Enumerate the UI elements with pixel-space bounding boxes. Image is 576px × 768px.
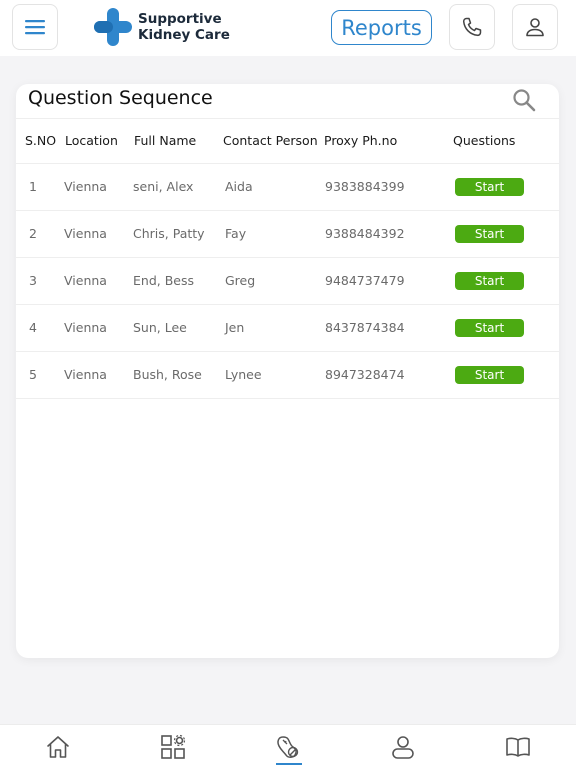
cell-sno: 3	[29, 273, 37, 288]
cell-proxy-phone: 9383884399	[325, 179, 405, 194]
cell-full-name: Bush, Rose	[133, 367, 202, 382]
cell-full-name: seni, Alex	[133, 179, 194, 194]
brand-name-line1: Supportive	[138, 11, 222, 27]
cell-full-name: Chris, Patty	[133, 226, 205, 241]
home-icon	[47, 736, 69, 758]
cell-location: Vienna	[64, 320, 107, 335]
cell-proxy-phone: 9388484392	[325, 226, 405, 241]
reports-button[interactable]: Reports	[331, 10, 432, 45]
nav-dashboard[interactable]	[157, 731, 189, 763]
cell-contact-person: Lynee	[225, 367, 262, 382]
cell-sno: 5	[29, 367, 37, 382]
cell-contact-person: Jen	[225, 320, 245, 335]
table-row: 3 Vienna End, Bess Greg 9484737479 Start	[16, 258, 559, 305]
cell-full-name: End, Bess	[133, 273, 194, 288]
column-header-location: Location	[65, 133, 118, 148]
brand-logo[interactable]: Supportive Kidney Care	[92, 7, 230, 47]
dashboard-grid-icon	[161, 734, 186, 759]
menu-icon	[25, 20, 45, 35]
column-header-sno: S.NO	[25, 133, 57, 148]
book-icon	[506, 737, 530, 757]
bottom-navigation	[0, 724, 576, 768]
nav-profile[interactable]	[387, 731, 419, 763]
cell-sno: 1	[29, 179, 37, 194]
start-button[interactable]: Start	[455, 319, 524, 337]
table-row: 1 Vienna seni, Alex Aida 9383884399 Star…	[16, 164, 559, 211]
profile-icon	[392, 736, 414, 759]
active-tab-indicator	[276, 763, 302, 765]
nav-home[interactable]	[42, 731, 74, 763]
column-header-contact-person: Contact Person	[223, 133, 318, 148]
medical-cross-logo-icon	[94, 8, 132, 46]
user-icon	[526, 18, 544, 37]
app-header: Supportive Kidney Care Reports	[0, 0, 576, 56]
start-button[interactable]: Start	[455, 178, 524, 196]
cell-location: Vienna	[64, 273, 107, 288]
cell-contact-person: Aida	[225, 179, 253, 194]
table-header: S.NO Location Full Name Contact Person P…	[16, 118, 559, 164]
kidney-icon	[277, 736, 299, 758]
nav-library[interactable]	[502, 731, 534, 763]
start-button[interactable]: Start	[455, 272, 524, 290]
cell-proxy-phone: 8437874384	[325, 320, 405, 335]
account-button[interactable]	[512, 4, 558, 50]
cell-sno: 4	[29, 320, 37, 335]
brand-name-line2: Kidney Care	[138, 27, 230, 43]
question-sequence-card: Question Sequence S.NO Location Full Nam…	[16, 84, 559, 658]
search-icon[interactable]	[511, 87, 537, 113]
start-button[interactable]: Start	[455, 366, 524, 384]
cell-proxy-phone: 8947328474	[325, 367, 405, 382]
cell-proxy-phone: 9484737479	[325, 273, 405, 288]
cell-contact-person: Greg	[225, 273, 256, 288]
table-row: 4 Vienna Sun, Lee Jen 8437874384 Start	[16, 305, 559, 352]
cell-location: Vienna	[64, 226, 107, 241]
column-header-proxy-phone: Proxy Ph.no	[324, 133, 398, 148]
cell-sno: 2	[29, 226, 37, 241]
cell-location: Vienna	[64, 367, 107, 382]
phone-icon	[462, 17, 482, 37]
start-button[interactable]: Start	[455, 225, 524, 243]
cell-contact-person: Fay	[225, 226, 247, 241]
cell-full-name: Sun, Lee	[133, 320, 187, 335]
nav-questions[interactable]	[272, 731, 304, 763]
card-title: Question Sequence	[28, 87, 213, 109]
column-header-questions: Questions	[453, 133, 516, 148]
menu-button[interactable]	[12, 4, 58, 50]
column-header-full-name: Full Name	[134, 133, 197, 148]
table-row: 2 Vienna Chris, Patty Fay 9388484392 Sta…	[16, 211, 559, 258]
cell-location: Vienna	[64, 179, 107, 194]
table-row: 5 Vienna Bush, Rose Lynee 8947328474 Sta…	[16, 352, 559, 399]
call-button[interactable]	[449, 4, 495, 50]
